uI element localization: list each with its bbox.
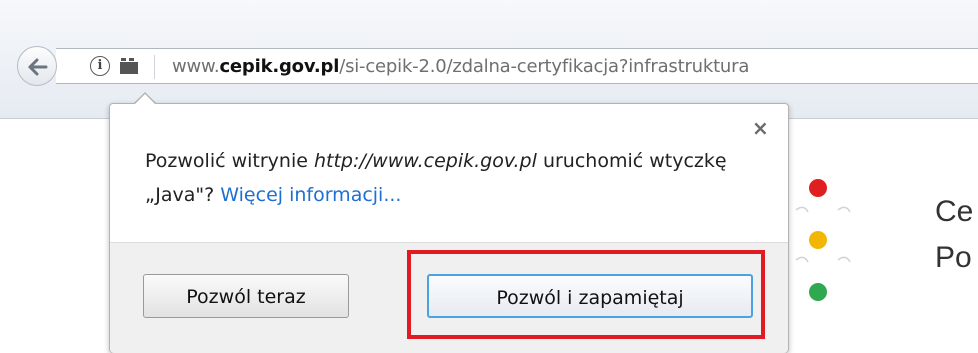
panel-footer: Pozwól teraz Pozwól i zapamiętaj	[110, 242, 788, 353]
site-logo	[790, 170, 870, 314]
info-icon[interactable]: i	[90, 56, 110, 76]
panel-arrow-inner	[134, 94, 156, 105]
url-bar[interactable]: i www.cepik.gov.pl/si-cepik-2.0/zdalna-c…	[56, 48, 978, 84]
url-separator	[154, 55, 155, 79]
more-info-link[interactable]: Więcej informacji...	[220, 184, 401, 206]
back-button[interactable]	[17, 46, 57, 86]
url-text[interactable]: www.cepik.gov.pl/si-cepik-2.0/zdalna-cer…	[172, 56, 749, 77]
close-button[interactable]: ×	[752, 118, 769, 138]
page-heading-line2: Po	[935, 241, 972, 274]
back-arrow-icon	[28, 58, 48, 76]
permission-message: Pozwolić witrynie http://www.cepik.gov.p…	[145, 150, 727, 206]
plugin-icon[interactable]	[119, 56, 143, 80]
allow-and-remember-button[interactable]: Pozwól i zapamiętaj	[427, 274, 753, 318]
plugin-permission-panel: × Pozwolić witrynie http://www.cepik.gov…	[109, 103, 789, 353]
site-url: http://www.cepik.gov.pl	[313, 150, 537, 172]
page-heading-line1: Ce	[935, 195, 974, 228]
allow-now-button[interactable]: Pozwól teraz	[143, 274, 349, 318]
